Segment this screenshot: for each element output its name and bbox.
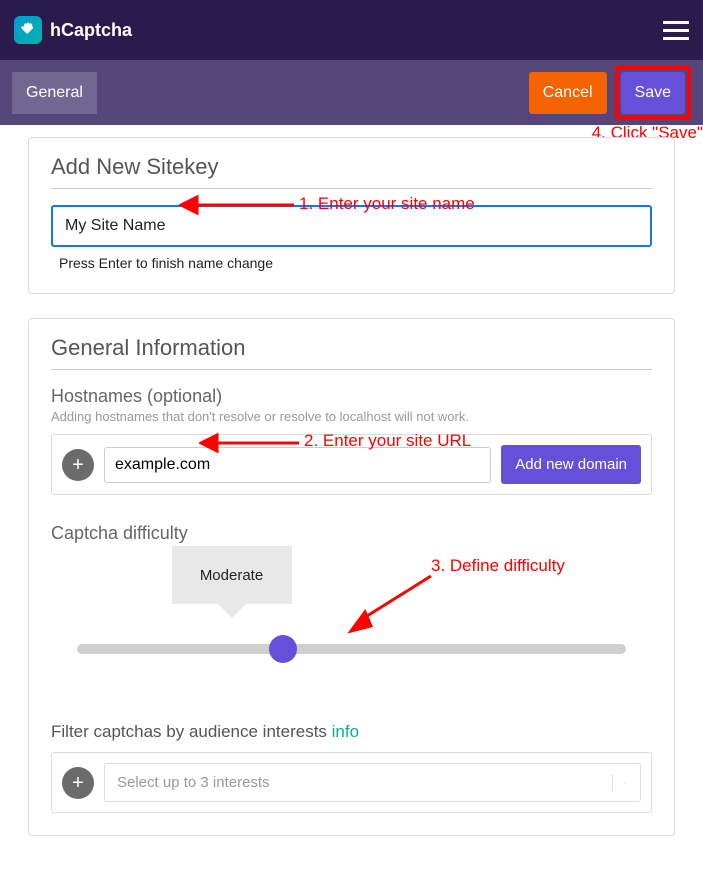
sitekey-helper-text: Press Enter to finish name change	[51, 255, 652, 271]
filter-info-link[interactable]: info	[332, 722, 359, 741]
hostnames-row: + Add new domain	[51, 434, 652, 495]
general-info-title: General Information	[51, 335, 652, 370]
interests-select[interactable]: Select up to 3 interests	[104, 763, 641, 802]
sub-header: General Cancel Save	[0, 60, 703, 125]
sitekey-title: Add New Sitekey	[51, 154, 652, 189]
arrow-step3	[341, 566, 441, 641]
difficulty-label: Captcha difficulty	[51, 523, 652, 544]
sitekey-name-input[interactable]	[51, 205, 652, 247]
annotation-step3: 3. Define difficulty	[431, 556, 565, 576]
brand-name: hCaptcha	[50, 20, 132, 41]
difficulty-thumb[interactable]	[269, 635, 297, 663]
add-interest-icon[interactable]: +	[62, 767, 94, 799]
menu-icon[interactable]	[663, 21, 689, 40]
cancel-button[interactable]: Cancel	[529, 72, 607, 114]
hostnames-subtext: Adding hostnames that don't resolve or r…	[51, 409, 652, 424]
filter-section: Filter captchas by audience interests in…	[51, 722, 652, 813]
brand-logo: hCaptcha	[14, 16, 132, 44]
domain-input[interactable]	[104, 447, 491, 483]
app-header: hCaptcha	[0, 0, 703, 60]
general-info-card: General Information Hostnames (optional)…	[28, 318, 675, 836]
save-highlight-box: Save	[615, 66, 691, 120]
filter-label: Filter captchas by audience interests in…	[51, 722, 652, 742]
difficulty-tooltip: Moderate	[172, 546, 292, 604]
difficulty-track[interactable]	[77, 644, 626, 654]
tab-general[interactable]: General	[12, 72, 97, 114]
brand-icon	[14, 16, 42, 44]
save-button[interactable]: Save	[621, 72, 685, 114]
add-hostname-icon[interactable]: +	[62, 449, 94, 481]
add-domain-button[interactable]: Add new domain	[501, 445, 641, 484]
sitekey-card: Add New Sitekey Press Enter to finish na…	[28, 137, 675, 294]
difficulty-section: Captcha difficulty Moderate 3. Define di…	[51, 523, 652, 696]
hostnames-label: Hostnames (optional)	[51, 386, 652, 407]
